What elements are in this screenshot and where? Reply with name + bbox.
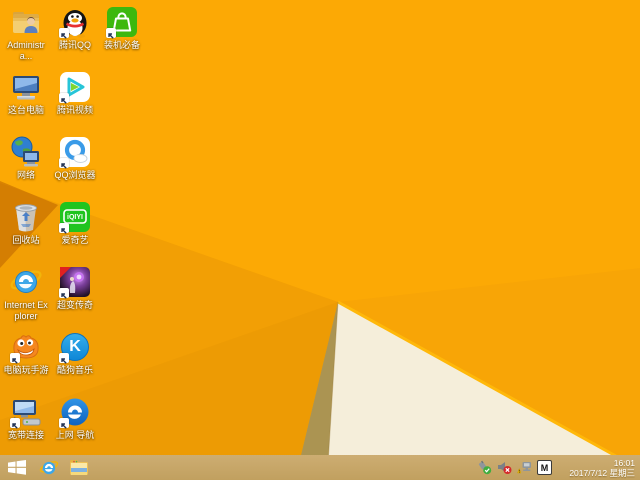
internet-explorer-icon <box>39 458 59 478</box>
user-folder-icon <box>9 5 43 39</box>
taskbar: M 16:01 2017/7/12 星期三 <box>0 455 640 480</box>
icon-label: 超变传奇 <box>57 300 93 311</box>
desktop-icon-qq-browser[interactable]: QQ浏览器 <box>51 135 99 199</box>
kugou-music-icon: K <box>58 330 92 364</box>
desktop-icon-legend-game[interactable]: 超变传奇 <box>51 265 99 329</box>
taskbar-internet-explorer-button[interactable] <box>34 455 64 480</box>
shortcut-arrow-overlay <box>59 223 69 233</box>
icon-label: 腾讯视频 <box>57 105 93 116</box>
recycle-bin-icon <box>9 200 43 234</box>
desktop-surface[interactable]: Administra... 这台电脑 <box>0 0 640 455</box>
shortcut-arrow-overlay <box>59 28 69 38</box>
desktop-icon-kugou-music[interactable]: K 酷狗音乐 <box>51 330 99 394</box>
volume-muted-icon[interactable] <box>497 460 512 475</box>
icon-label: 宽带连接 <box>8 430 44 441</box>
qq-penguin-icon <box>58 5 92 39</box>
legend-game-icon <box>58 265 92 299</box>
internet-explorer-icon <box>9 265 43 299</box>
shortcut-arrow-overlay <box>10 418 20 428</box>
system-tray: M 16:01 2017/7/12 星期三 <box>477 458 640 478</box>
icon-label: 腾讯QQ <box>59 40 91 51</box>
computer-icon <box>9 70 43 104</box>
desktop-icon-network[interactable]: 网络 <box>2 135 50 199</box>
desktop-icon-broadband-connection[interactable]: 宽带连接 <box>2 395 50 459</box>
input-method-indicator[interactable]: M <box>537 460 552 475</box>
icon-label: QQ浏览器 <box>54 170 95 181</box>
web-navigation-icon <box>58 395 92 429</box>
clock-time: 16:01 <box>561 458 635 468</box>
desktop-icon-essential-software[interactable]: 装机必备 <box>98 5 146 69</box>
shortcut-arrow-overlay <box>10 353 20 363</box>
desktop-icon-pc-play-mobile-games[interactable]: 电脑玩手游 <box>2 330 50 394</box>
network-warning-icon[interactable] <box>517 460 532 475</box>
shortcut-arrow-overlay <box>59 353 69 363</box>
icon-label: 上网 导航 <box>56 430 95 441</box>
shortcut-arrow-overlay <box>59 418 69 428</box>
shortcut-arrow-overlay <box>106 28 116 38</box>
shortcut-arrow-overlay <box>59 288 69 298</box>
icon-label: 酷狗音乐 <box>57 365 93 376</box>
start-button[interactable] <box>0 455 34 480</box>
icon-label: 回收站 <box>12 235 39 246</box>
shopping-bag-icon <box>105 5 139 39</box>
icon-label: 爱奇艺 <box>61 235 88 246</box>
safely-remove-hardware-icon[interactable] <box>477 460 492 475</box>
windows-logo-icon <box>8 460 26 475</box>
desktop-icon-iqiyi[interactable]: iQIYI 爱奇艺 <box>51 200 99 264</box>
icon-label: Internet Explorer <box>2 300 50 321</box>
desktop-icon-web-navigation[interactable]: 上网 导航 <box>51 395 99 459</box>
shortcut-arrow-overlay <box>59 93 69 103</box>
desktop-icon-tencent-qq[interactable]: 腾讯QQ <box>51 5 99 69</box>
taskbar-clock[interactable]: 16:01 2017/7/12 星期三 <box>557 458 635 478</box>
file-explorer-icon <box>69 459 89 476</box>
icon-label: 电脑玩手游 <box>3 365 48 376</box>
desktop-icon-this-pc[interactable]: 这台电脑 <box>2 70 50 134</box>
tencent-video-icon <box>58 70 92 104</box>
iqiyi-icon: iQIYI <box>58 200 92 234</box>
desktop-icon-internet-explorer[interactable]: Internet Explorer <box>2 265 50 329</box>
network-globe-icon <box>9 135 43 169</box>
shortcut-arrow-overlay <box>59 158 69 168</box>
monster-mascot-icon <box>9 330 43 364</box>
desktop-icon-administrator[interactable]: Administra... <box>2 5 50 69</box>
broadband-icon <box>9 395 43 429</box>
icon-label: 这台电脑 <box>8 105 44 116</box>
desktop-icon-tencent-video[interactable]: 腾讯视频 <box>51 70 99 134</box>
taskbar-file-explorer-button[interactable] <box>64 455 94 480</box>
icon-label: Administra... <box>2 40 50 61</box>
clock-date: 2017/7/12 星期三 <box>561 468 635 478</box>
desktop-icon-recycle-bin[interactable]: 回收站 <box>2 200 50 264</box>
icon-label: 装机必备 <box>104 40 140 51</box>
icon-label: 网络 <box>17 170 35 181</box>
qq-browser-icon <box>58 135 92 169</box>
